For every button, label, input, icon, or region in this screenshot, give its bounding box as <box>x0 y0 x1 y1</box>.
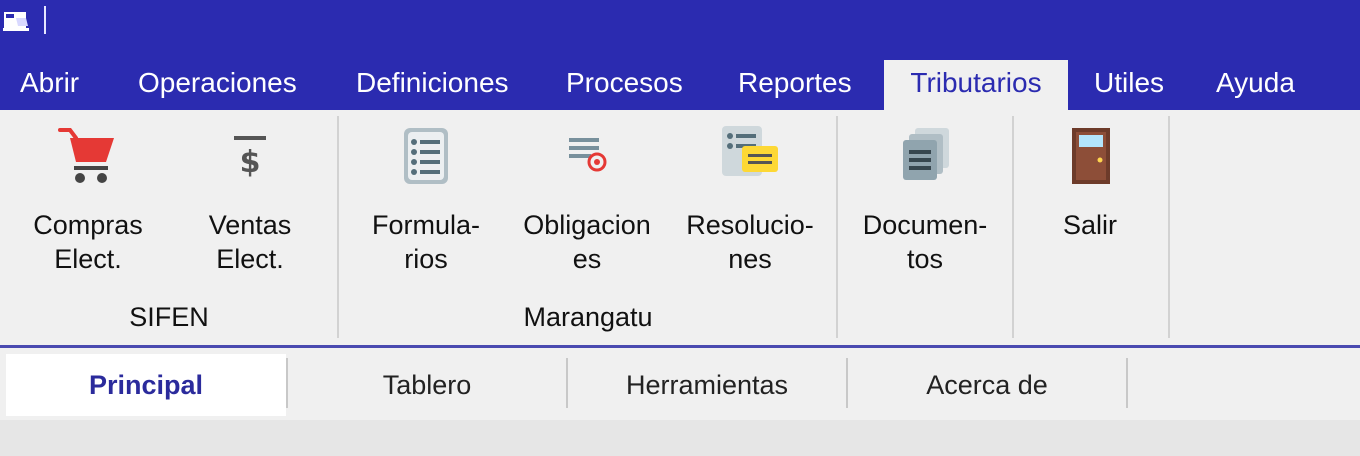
menu-tab-utiles[interactable]: Utiles <box>1094 60 1164 110</box>
button-label-line1: Obligacion <box>523 210 651 240</box>
group-separator <box>1012 116 1014 338</box>
resolution-icon <box>722 126 778 176</box>
button-label-line1: Ventas <box>208 210 292 240</box>
tab-principal[interactable]: Principal <box>6 354 286 416</box>
button-label-line1: Compras <box>33 210 143 240</box>
group-separator <box>1168 116 1170 338</box>
exit-door-icon <box>1072 128 1110 184</box>
button-label-line2: es <box>572 244 602 274</box>
app-icon[interactable] <box>2 8 32 34</box>
svg-text:$: $ <box>240 145 261 180</box>
obligation-icon <box>569 138 607 172</box>
ribbon: Compras Elect. $ Ventas Elect. SIFEN For… <box>0 110 1360 344</box>
button-label-line2: Elect. <box>54 244 122 274</box>
shopping-cart-icon <box>58 128 114 183</box>
content-area <box>0 420 1360 456</box>
menu-tab-ayuda[interactable]: Ayuda <box>1216 60 1295 110</box>
documents-icon <box>903 128 949 180</box>
menu-tab-operaciones[interactable]: Operaciones <box>138 60 297 110</box>
menu-tab-procesos[interactable]: Procesos <box>566 60 683 110</box>
list-form-icon <box>404 128 448 184</box>
button-label-line2: Elect. <box>216 244 284 274</box>
button-label-line1: Documen- <box>862 210 988 240</box>
tab-herramientas[interactable]: Herramientas <box>568 354 846 416</box>
page-tab-strip: Principal Tablero Herramientas Acerca de <box>0 348 1360 418</box>
group-label-sifen: SIFEN <box>129 302 209 332</box>
button-label-line2: nes <box>728 244 772 274</box>
menu-bar: Abrir Operaciones Definiciones Procesos … <box>0 60 1360 110</box>
button-label-line1: Formula- <box>371 210 480 240</box>
menu-tab-tributarios[interactable]: Tributarios <box>884 60 1068 110</box>
menu-tab-reportes[interactable]: Reportes <box>738 60 852 110</box>
tab-tablero[interactable]: Tablero <box>288 354 566 416</box>
quick-access-separator <box>44 6 46 34</box>
tab-separator <box>1126 358 1128 408</box>
button-label-line1: Salir <box>1062 210 1117 240</box>
button-label-line2: tos <box>906 244 944 274</box>
tab-acerca-de[interactable]: Acerca de <box>848 354 1126 416</box>
button-label-line2: rios <box>404 244 448 274</box>
button-label-line1: Resolucio- <box>686 210 814 240</box>
menu-tab-definiciones[interactable]: Definiciones <box>356 60 509 110</box>
group-label-marangatu: Marangatu <box>523 302 653 332</box>
title-bar <box>0 0 1360 60</box>
dollar-document-icon: $ <box>234 136 266 180</box>
menu-tab-abrir[interactable]: Abrir <box>20 60 79 110</box>
group-separator <box>836 116 838 338</box>
